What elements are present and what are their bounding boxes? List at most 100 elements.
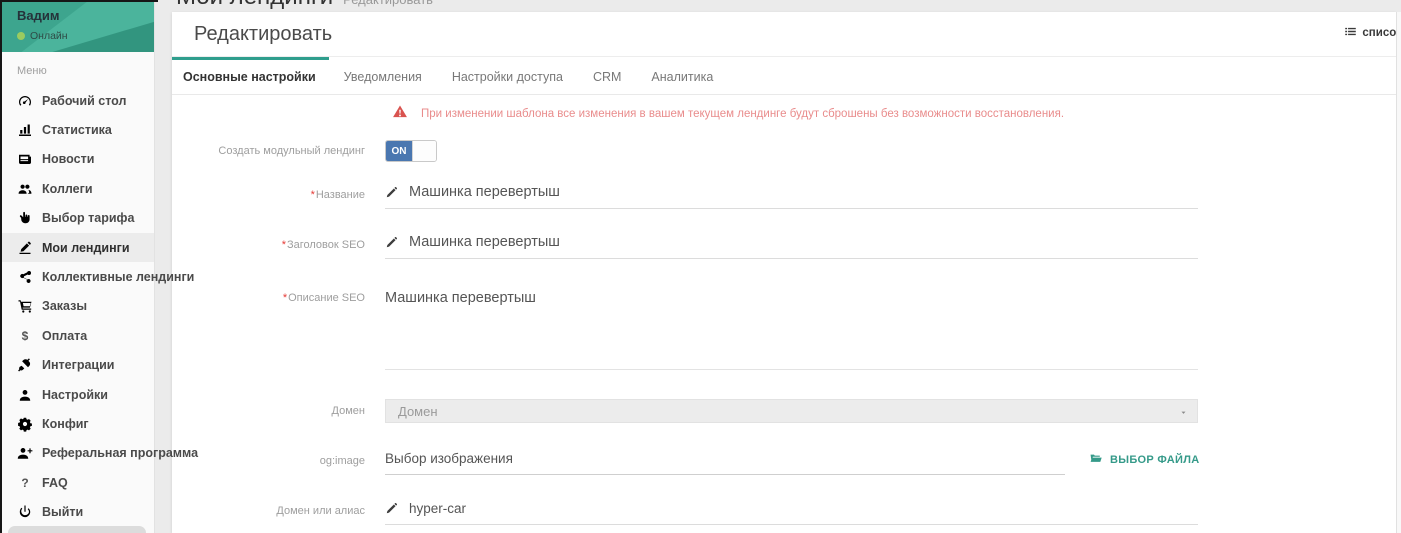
sidebar-item-power[interactable]: Выйти [0, 497, 154, 526]
field-row-alias: Домен или алиас hyper-car [172, 499, 1198, 525]
list-view-button[interactable]: список [1344, 25, 1401, 41]
folder-open-icon [1089, 452, 1103, 468]
window-edge-left [0, 0, 2, 533]
sidebar-item-label: Выбор тарифа [42, 211, 134, 225]
question-icon: ? [17, 477, 33, 489]
stats-icon [17, 122, 33, 138]
field-label: Описание SEO [172, 289, 375, 304]
seo-description-textarea[interactable]: Машинка перевертыш [385, 289, 1198, 370]
pencil-icon [385, 236, 398, 249]
field-label: og:image [172, 455, 375, 475]
sidebar-item-news[interactable]: Новости [0, 145, 154, 174]
sidebar-item-dollar[interactable]: $ Оплата [0, 321, 154, 350]
template-warning: При изменении шаблона все изменения в ва… [392, 104, 1064, 124]
domain-select[interactable]: Домен [385, 399, 1198, 423]
tab-настройки-доступа[interactable]: Настройки доступа [437, 57, 578, 94]
sidebar-item-colleagues[interactable]: Коллеги [0, 174, 154, 203]
sidebar-item-pencil-square[interactable]: Мои лендинги [0, 233, 154, 262]
online-dot-icon [17, 32, 25, 40]
field-row-domain: Домен Домен [172, 399, 1198, 423]
menu-section-label: Меню [17, 65, 154, 84]
sidebar-item-label: Мои лендинги [42, 241, 130, 255]
sidebar-item-question[interactable]: ? FAQ [0, 468, 154, 497]
field-row-seo-title: Заголовок SEO Машинка перевертыш [172, 233, 1198, 259]
tab-уведомления[interactable]: Уведомления [329, 57, 437, 94]
field-label: Название [172, 189, 375, 209]
field-row-modular-toggle: Создать модульный лендинг ON [172, 140, 1198, 162]
toggle-knob [412, 141, 436, 161]
user-plus-icon [17, 445, 33, 461]
sidebar-item-label: Выйти [42, 505, 83, 519]
pencil-icon [385, 186, 398, 199]
news-icon [17, 151, 33, 167]
tab-crm[interactable]: CRM [578, 57, 636, 94]
dollar-icon: $ [17, 330, 33, 342]
tab-основные-настройки[interactable]: Основные настройки [172, 57, 329, 94]
tab-аналитика[interactable]: Аналитика [636, 57, 728, 94]
domain-select-value: Домен [398, 404, 438, 419]
og-image-input[interactable]: Выбор изображения [385, 451, 513, 466]
sidebar-item-user-plus[interactable]: Реферальная программа [0, 439, 154, 468]
sidebar-item-plug[interactable]: Интеграции [0, 351, 154, 380]
choose-file-label: ВЫБОР ФАЙЛА [1110, 454, 1200, 466]
hand-pointer-icon [17, 210, 33, 226]
field-label: Заголовок SEO [172, 239, 375, 259]
plug-icon [17, 357, 33, 373]
sidebar-item-label: Рабочий стол [42, 94, 126, 108]
toggle-on-label: ON [386, 141, 412, 161]
sidebar-menu: Рабочий стол Статистика Новости Коллеги Выбо… [0, 84, 154, 527]
card-title: Редактировать [194, 23, 332, 46]
field-label: Создать модульный лендинг [172, 145, 375, 157]
field-label: Домен или алиас [172, 505, 375, 525]
share-icon [17, 269, 33, 285]
field-label: Домен [172, 405, 375, 417]
sidebar-item-stats[interactable]: Статистика [0, 115, 154, 144]
sidebar-scroll-pill [8, 526, 146, 533]
warning-icon [392, 104, 408, 124]
sidebar-item-dashboard[interactable]: Рабочий стол [0, 86, 154, 115]
sidebar-item-label: Настройки [42, 388, 108, 402]
sidebar-item-hand-pointer[interactable]: Выбор тарифа [0, 204, 154, 233]
page-title: Мои лендинги [176, 0, 333, 11]
sidebar-item-label: Конфиг [42, 417, 89, 431]
sidebar-item-label: Оплата [42, 329, 87, 343]
field-row-seo-description: Описание SEO Машинка перевертыш [172, 289, 1198, 370]
sidebar-item-label: FAQ [42, 476, 68, 490]
user-icon [17, 387, 33, 403]
pencil-square-icon [17, 240, 33, 256]
user-status: Онлайн [30, 30, 68, 42]
modular-landing-toggle[interactable]: ON [385, 140, 437, 162]
sidebar-item-user[interactable]: Настройки [0, 380, 154, 409]
sidebar-item-cogs[interactable]: Конфиг [0, 409, 154, 438]
sidebar-item-share[interactable]: Коллективные лендинги [0, 262, 154, 291]
seo-title-input[interactable]: Машинка перевертыш [409, 233, 560, 252]
breadcrumb: Редактировать [343, 0, 433, 7]
sidebar-item-label: Новости [42, 152, 94, 166]
pencil-icon [385, 502, 398, 515]
sidebar: Вадим Онлайн Меню Рабочий стол Статистика… [0, 0, 155, 533]
sidebar-item-cart[interactable]: Заказы [0, 292, 154, 321]
cogs-icon [17, 416, 33, 432]
choose-file-button[interactable]: ВЫБОР ФАЙЛА [1089, 452, 1200, 468]
field-row-name: Название Машинка перевертыш [172, 183, 1198, 209]
sidebar-item-label: Коллективные лендинги [42, 270, 194, 284]
sidebar-user-panel: Вадим Онлайн [0, 0, 154, 52]
card-header: Редактировать список [172, 12, 1396, 57]
warning-text: При изменении шаблона все изменения в ва… [421, 108, 1064, 120]
list-icon [1344, 25, 1357, 41]
name-input[interactable]: Машинка перевертыш [409, 183, 560, 202]
sidebar-item-label: Заказы [42, 299, 87, 313]
sidebar-item-label: Реферальная программа [42, 446, 198, 460]
vertical-scrollbar[interactable] [1396, 12, 1401, 533]
user-name: Вадим [17, 8, 154, 23]
alias-input[interactable]: hyper-car [409, 499, 466, 518]
cart-icon [17, 298, 33, 314]
tab-bar: Основные настройкиУведомленияНастройки д… [172, 57, 1396, 95]
power-icon [17, 504, 33, 520]
sidebar-item-label: Интеграции [42, 358, 114, 372]
dashboard-icon [17, 93, 33, 109]
window-edge-top [0, 0, 158, 2]
edit-card: Редактировать список Основные настройкиУ… [172, 12, 1396, 533]
sidebar-item-label: Статистика [42, 123, 112, 137]
field-row-og-image: og:image Выбор изображения ВЫБОР ФАЙЛА [172, 449, 1198, 475]
